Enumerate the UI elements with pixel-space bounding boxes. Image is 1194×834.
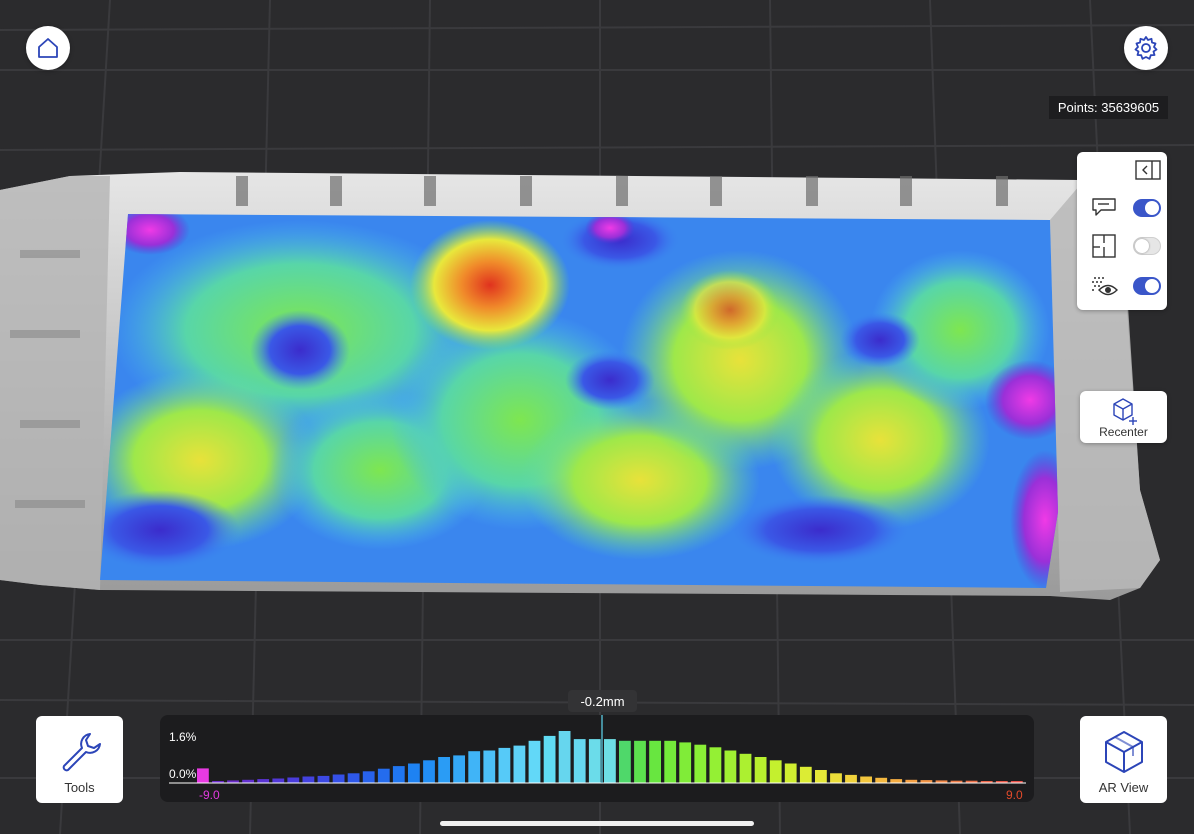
recenter-cube-icon bbox=[1113, 398, 1137, 425]
histogram-bar bbox=[347, 773, 360, 783]
histogram-bar bbox=[709, 747, 722, 784]
histogram-bar bbox=[377, 768, 390, 783]
histogram-bar bbox=[875, 777, 888, 783]
histogram-bar bbox=[272, 778, 285, 784]
histogram-bar bbox=[528, 740, 541, 784]
histogram-bar bbox=[438, 757, 450, 783]
point-cloud-eye-icon bbox=[1092, 277, 1118, 296]
home-button[interactable] bbox=[26, 26, 70, 70]
histogram-bar bbox=[498, 747, 511, 783]
histogram-bar bbox=[453, 755, 465, 783]
histogram-bar bbox=[573, 739, 586, 783]
histogram-bar bbox=[468, 751, 481, 783]
histogram-bar bbox=[784, 763, 797, 783]
histogram-bar bbox=[739, 753, 752, 784]
histogram-bar bbox=[860, 776, 872, 783]
wrench-icon bbox=[62, 733, 101, 772]
histogram-bar bbox=[362, 771, 375, 783]
histogram-x-max-label: 9.0 bbox=[1006, 788, 1023, 802]
annotations-toggle[interactable] bbox=[1133, 199, 1161, 217]
histogram-x-min-label: -9.0 bbox=[199, 788, 220, 802]
histogram-y-min-label: 0.0% bbox=[169, 767, 197, 781]
layer-row-floor-plan bbox=[1077, 228, 1167, 264]
histogram-bar bbox=[392, 766, 405, 783]
histogram-bar bbox=[845, 774, 857, 783]
home-icon bbox=[38, 38, 58, 58]
histogram-bar bbox=[694, 744, 707, 783]
deviation-histogram[interactable]: 1.6% 0.0% -9.0 9.0 bbox=[160, 715, 1034, 802]
histogram-bar bbox=[543, 735, 556, 783]
histogram-bar bbox=[724, 750, 737, 783]
histogram-bar bbox=[799, 766, 812, 784]
layer-row-annotations bbox=[1077, 190, 1167, 226]
tools-label: Tools bbox=[64, 780, 95, 795]
recenter-button[interactable]: Recenter bbox=[1080, 391, 1167, 443]
point-visibility-toggle[interactable] bbox=[1133, 277, 1161, 295]
histogram-bar bbox=[558, 731, 571, 783]
histogram-bar bbox=[408, 763, 420, 783]
histogram-bar bbox=[815, 770, 827, 783]
point-count-label: Points: 35639605 bbox=[1049, 96, 1168, 119]
histogram-y-max-label: 1.6% bbox=[169, 730, 197, 744]
floor-plan-icon bbox=[1092, 234, 1116, 258]
ar-cube-icon bbox=[1105, 731, 1143, 773]
histogram-bar bbox=[604, 739, 616, 783]
histogram-bar bbox=[619, 740, 631, 784]
histogram-bar bbox=[257, 779, 270, 783]
floor-plan-toggle[interactable] bbox=[1133, 237, 1161, 255]
histogram-bar bbox=[302, 776, 315, 783]
settings-button[interactable] bbox=[1124, 26, 1168, 70]
histogram-bar bbox=[317, 775, 330, 783]
recenter-label: Recenter bbox=[1099, 425, 1148, 439]
deviation-heatmap bbox=[100, 214, 1058, 588]
histogram-bar bbox=[649, 740, 661, 784]
histogram-bar bbox=[754, 757, 767, 783]
histogram-bar bbox=[769, 760, 782, 783]
histogram-chart bbox=[169, 715, 1026, 784]
histogram-bar bbox=[483, 750, 496, 783]
comment-icon bbox=[1092, 198, 1116, 216]
histogram-bar bbox=[513, 745, 526, 783]
ar-view-button[interactable]: AR View bbox=[1080, 716, 1167, 803]
layer-row-point-visibility bbox=[1077, 268, 1167, 304]
histogram-bar bbox=[830, 773, 842, 783]
histogram-bar bbox=[197, 768, 209, 783]
histogram-bars bbox=[197, 731, 1023, 784]
home-indicator bbox=[440, 821, 754, 826]
histogram-bar bbox=[588, 739, 601, 783]
gear-icon bbox=[1134, 36, 1158, 60]
tools-button[interactable]: Tools bbox=[36, 716, 123, 803]
histogram-bar bbox=[287, 777, 300, 783]
ar-view-label: AR View bbox=[1098, 780, 1149, 795]
histogram-marker-label[interactable]: -0.2mm bbox=[568, 690, 637, 712]
histogram-bar bbox=[634, 740, 646, 784]
histogram-bar bbox=[332, 774, 345, 783]
collapse-panel-icon[interactable] bbox=[1135, 160, 1161, 180]
histogram-bar bbox=[890, 779, 903, 783]
histogram-bar bbox=[664, 740, 677, 784]
histogram-bar bbox=[679, 742, 692, 783]
histogram-bar bbox=[423, 760, 435, 783]
